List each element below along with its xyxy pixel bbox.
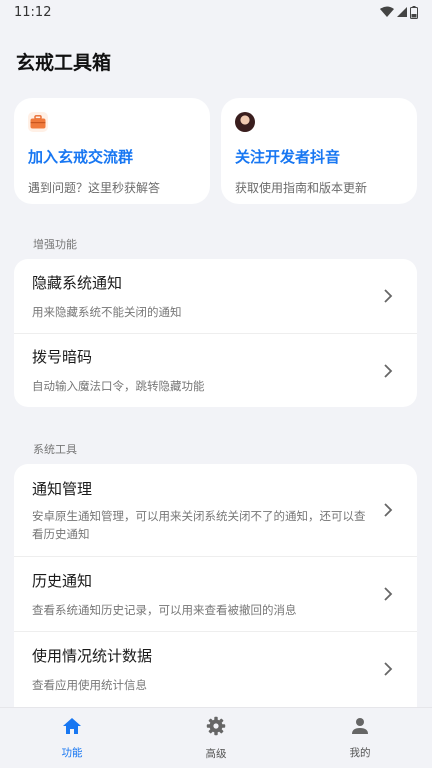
- wifi-icon: [380, 6, 394, 17]
- chevron-right-icon: [384, 587, 393, 601]
- list-item-subtitle: 自动输入魔法口令，跳转隐藏功能: [32, 379, 205, 393]
- tab-advanced[interactable]: 高级: [166, 716, 266, 761]
- list-item-usage-stats[interactable]: 使用情况统计数据 查看应用使用统计信息: [14, 631, 417, 706]
- battery-icon: [410, 5, 418, 19]
- home-icon: [63, 717, 81, 734]
- list-item-title: 历史通知: [32, 571, 93, 590]
- tab-label: 高级: [205, 747, 227, 760]
- follow-developer-card[interactable]: 关注开发者抖音 获取使用指南和版本更新: [221, 98, 417, 204]
- system-tools-group: 通知管理 安卓原生通知管理，可以用来关闭系统关闭不了的通知，还可以查看历史通知 …: [14, 464, 417, 707]
- tab-functions[interactable]: 功能: [22, 717, 122, 760]
- list-item-subtitle: 安卓原生通知管理，可以用来关闭系统关闭不了的通知，还可以查看历史通知: [32, 508, 366, 541]
- signal-icon: [397, 7, 407, 17]
- list-item-hide-system-notification[interactable]: 隐藏系统通知 用来隐藏系统不能关闭的通知: [14, 259, 417, 333]
- list-item-notification-management[interactable]: 通知管理 安卓原生通知管理，可以用来关闭系统关闭不了的通知，还可以查看历史通知: [14, 464, 417, 556]
- tab-profile[interactable]: 我的: [310, 717, 410, 760]
- person-icon: [352, 717, 368, 734]
- status-time: 11:12: [14, 4, 52, 20]
- chevron-right-icon: [384, 363, 393, 378]
- avatar-icon: [235, 112, 255, 132]
- status-bar: 11:12: [0, 0, 432, 24]
- follow-developer-title: 关注开发者抖音: [235, 148, 341, 166]
- chevron-right-icon: [384, 289, 393, 303]
- list-item-title: 通知管理: [32, 479, 93, 498]
- gear-icon: [206, 716, 226, 735]
- status-icons: [380, 5, 418, 19]
- list-item-title: 使用情况统计数据: [32, 646, 153, 665]
- list-item-subtitle: 用来隐藏系统不能关闭的通知: [32, 304, 182, 319]
- list-item-dial-codes[interactable]: 拨号暗码 自动输入魔法口令，跳转隐藏功能: [14, 333, 417, 407]
- list-item-subtitle: 查看应用使用统计信息: [32, 677, 147, 692]
- enhanced-functions-group: 隐藏系统通知 用来隐藏系统不能关闭的通知 拨号暗码 自动输入魔法口令，跳转隐藏功…: [14, 259, 417, 407]
- page-title: 玄戒工具箱: [16, 52, 112, 74]
- follow-developer-subtitle: 获取使用指南和版本更新: [235, 181, 368, 195]
- list-item-notification-history[interactable]: 历史通知 查看系统通知历史记录，可以用来查看被撤回的消息: [14, 556, 417, 631]
- tab-label: 功能: [61, 746, 83, 759]
- join-group-subtitle: 遇到问题？这里秒获解答: [28, 181, 161, 195]
- briefcase-icon: [28, 112, 48, 132]
- list-item-subtitle: 查看系统通知历史记录，可以用来查看被撤回的消息: [32, 602, 297, 617]
- chevron-right-icon: [384, 503, 393, 517]
- section-label-system-tools: 系统工具: [33, 443, 77, 456]
- section-label-enhanced: 增强功能: [33, 238, 77, 251]
- chevron-right-icon: [384, 662, 393, 676]
- join-group-title: 加入玄戒交流群: [28, 148, 134, 166]
- list-item-title: 拨号暗码: [32, 348, 93, 366]
- list-item-title: 隐藏系统通知: [32, 273, 123, 292]
- bottom-nav: 功能 高级 我的: [0, 707, 432, 768]
- tab-label: 我的: [349, 746, 371, 759]
- join-group-card[interactable]: 加入玄戒交流群 遇到问题？这里秒获解答: [14, 98, 210, 204]
